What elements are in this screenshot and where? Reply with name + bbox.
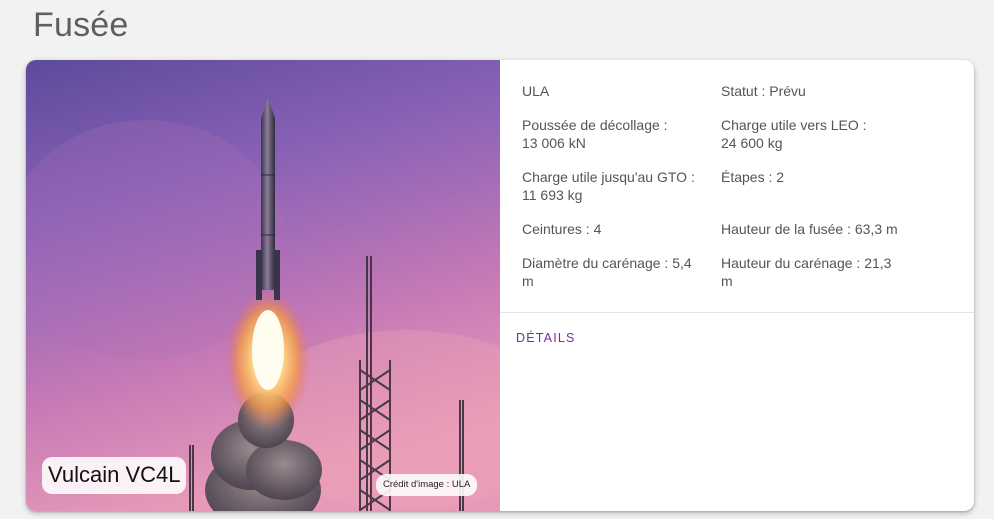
- spec-status: Statut : Prévu: [721, 83, 806, 99]
- spec-stages: Étapes : 2: [721, 169, 785, 185]
- spec-liftoff-thrust: Poussée de décollage : 13 006 kN: [522, 117, 668, 151]
- spec-rocket-height: Hauteur de la fusée : 63,3 m: [721, 221, 898, 237]
- rocket-card: Vulcain VC4L Crédit d'image : ULA ULA St…: [26, 60, 974, 511]
- spec-row: Charge utile jusqu'au GTO : 11 693 kg Ét…: [522, 168, 942, 204]
- spec-fairing-height: Hauteur du carénage : 21,3 m: [721, 255, 892, 289]
- image-credit-badge: Crédit d'image : ULA: [376, 474, 478, 496]
- section-title: Fusée: [33, 6, 129, 44]
- rocket-name-badge: Vulcain VC4L: [42, 457, 187, 494]
- spec-manufacturer: ULA: [522, 83, 550, 99]
- rocket-info-panel: ULA Statut : Prévu Poussée de décollage …: [500, 60, 974, 511]
- rocket-image: Vulcain VC4L Crédit d'image : ULA: [26, 60, 500, 511]
- spec-gto-payload: Charge utile jusqu'au GTO : 11 693 kg: [522, 169, 695, 203]
- details-button[interactable]: DÉTAILS: [516, 331, 576, 345]
- spec-fairing-diameter: Diamètre du carénage : 5,4 m: [522, 255, 692, 289]
- spec-row: Ceintures : 4 Hauteur de la fusée : 63,3…: [522, 220, 942, 238]
- spec-grid: ULA Statut : Prévu Poussée de décollage …: [522, 82, 942, 306]
- spec-boosters: Ceintures : 4: [522, 221, 602, 237]
- rocket-launch-illustration: [26, 60, 500, 511]
- spec-row: Poussée de décollage : 13 006 kN Charge …: [522, 116, 942, 152]
- spec-leo-payload: Charge utile vers LEO : 24 600 kg: [721, 117, 867, 151]
- spec-row: Diamètre du carénage : 5,4 m Hauteur du …: [522, 254, 942, 290]
- spec-row: ULA Statut : Prévu: [522, 82, 942, 100]
- divider: [500, 312, 974, 313]
